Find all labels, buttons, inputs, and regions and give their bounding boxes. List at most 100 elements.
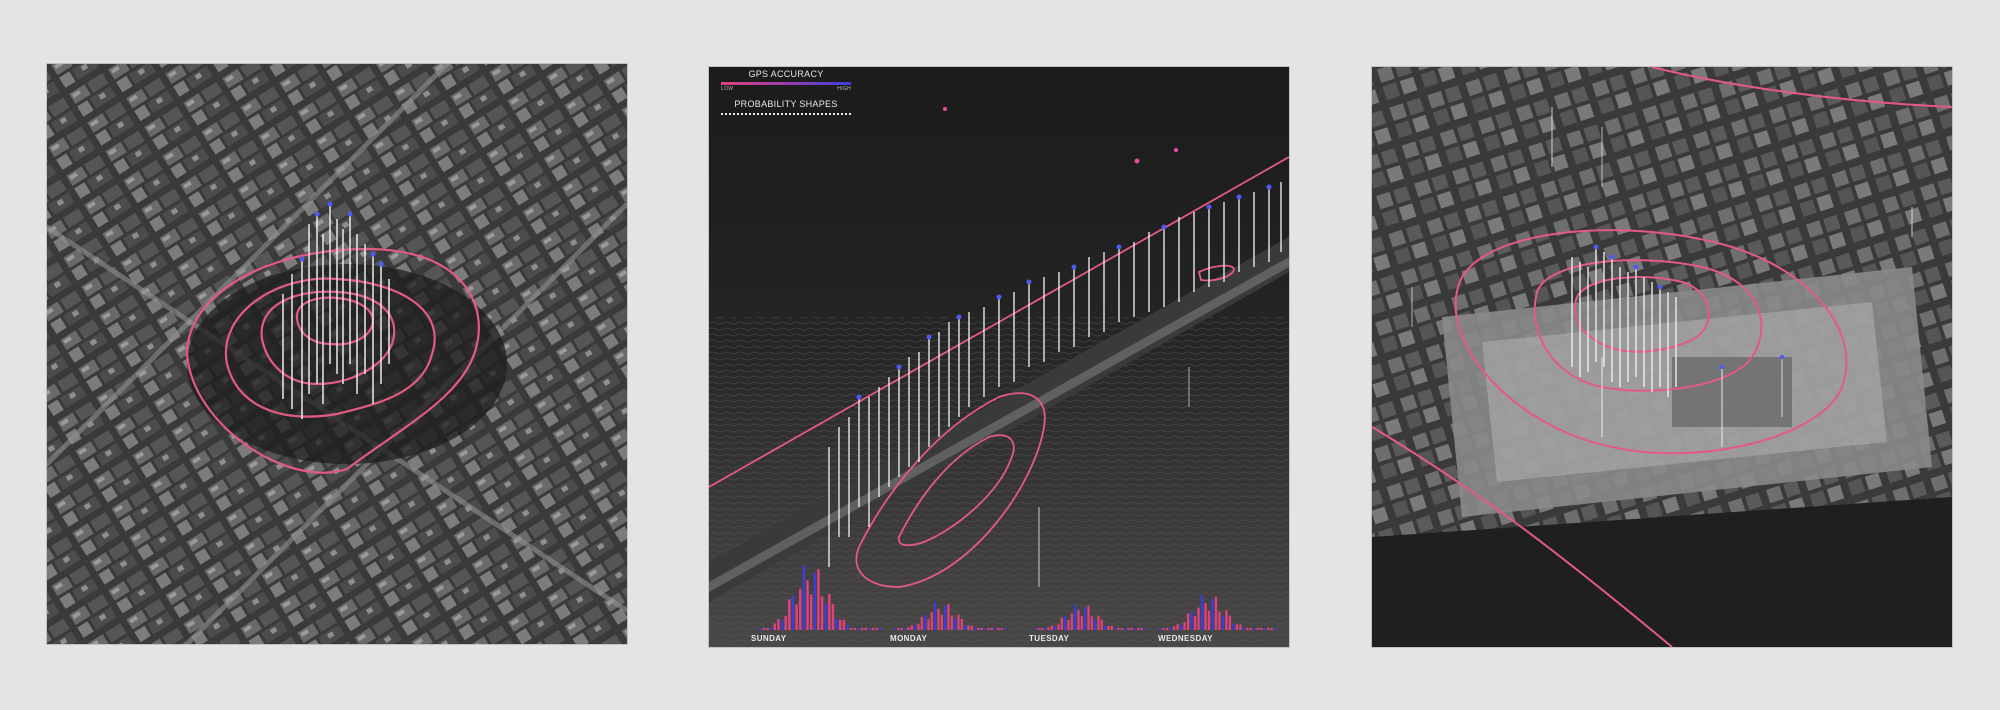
bridge-panel: GPS ACCURACY LOW HIGH PROBABILITY SHAPES…	[709, 67, 1289, 647]
histogram-bar	[802, 565, 806, 630]
histogram-bar	[1214, 596, 1218, 630]
histogram-bar	[1162, 628, 1165, 630]
histogram-bar	[1176, 624, 1179, 630]
histogram-bar	[987, 628, 990, 630]
gps-accuracy-title: GPS ACCURACY	[748, 69, 824, 79]
histogram-bar	[990, 628, 993, 630]
histogram-bar	[1270, 628, 1273, 630]
histogram-bar	[894, 628, 897, 630]
palace-aerial-map	[1372, 67, 1952, 647]
histogram-bar	[835, 618, 838, 630]
day-label-wednesday: WEDNESDAY	[1158, 634, 1213, 643]
histogram-bar	[780, 620, 784, 630]
histogram-bar	[1097, 615, 1100, 630]
histogram-bar	[762, 628, 766, 630]
histogram-bar	[1060, 617, 1063, 630]
histogram-bar	[997, 628, 1000, 630]
histogram-bar	[927, 619, 930, 630]
histogram-bar	[1218, 611, 1221, 630]
histogram-bar	[795, 604, 798, 630]
histogram-bar	[777, 619, 780, 630]
histogram-bar	[1050, 625, 1053, 630]
histogram-bar	[1067, 619, 1070, 630]
histogram-bar	[944, 605, 947, 630]
park-area	[187, 264, 507, 464]
histogram-bar	[1090, 616, 1093, 630]
histogram-bar	[1246, 628, 1249, 630]
aerial-panel-palace	[1372, 67, 1952, 647]
histogram-bar	[1120, 628, 1123, 630]
histogram-bar	[879, 628, 882, 630]
histogram-bar	[1130, 628, 1133, 630]
day-label-sunday: SUNDAY	[751, 634, 787, 643]
histogram-bar	[920, 616, 923, 630]
histogram-bar	[1204, 602, 1207, 630]
histogram-bar	[924, 615, 927, 630]
histogram-bar	[994, 628, 997, 630]
histogram-bar	[1094, 619, 1097, 630]
histogram-bar	[1239, 624, 1242, 630]
histogram-bar	[1232, 623, 1235, 630]
histogram-bar	[910, 625, 913, 630]
histogram-bar	[1134, 628, 1137, 630]
histogram-bar	[1070, 613, 1073, 630]
histogram-bar	[853, 628, 857, 630]
histogram-bar	[799, 588, 802, 630]
histogram-bar	[947, 603, 950, 630]
day-label-monday: MONDAY	[890, 634, 928, 643]
histogram-bar	[1200, 594, 1204, 630]
histogram-bar	[842, 619, 846, 630]
histogram-bar	[970, 625, 973, 630]
histogram-bar	[809, 594, 813, 630]
histogram-bar	[1207, 610, 1211, 630]
histogram-bar	[875, 628, 878, 630]
histogram-bar	[1242, 627, 1246, 630]
histogram-bar	[1124, 628, 1127, 630]
histogram-bar	[1127, 628, 1130, 630]
histogram-bar	[940, 614, 943, 630]
histogram-bar	[1140, 628, 1143, 630]
histogram-bar	[784, 615, 787, 630]
histogram-bar	[1077, 610, 1080, 630]
histogram-bar	[1263, 628, 1266, 630]
gps-accuracy-gradient	[721, 82, 851, 85]
histogram-bar	[1057, 624, 1060, 630]
histogram-bar	[1211, 599, 1214, 630]
gps-accuracy-high-label: HIGH	[837, 86, 851, 92]
histogram-bar	[950, 615, 953, 630]
histogram-bar	[1044, 628, 1047, 630]
histogram-bar	[974, 627, 977, 630]
histogram-bar	[1110, 625, 1113, 630]
histogram-bar	[960, 618, 963, 630]
histogram-bar	[1274, 628, 1277, 630]
histogram-bar	[1159, 628, 1162, 630]
histogram-bar	[849, 627, 853, 630]
histogram-bar	[1064, 616, 1067, 630]
histogram-bar	[846, 624, 849, 630]
histogram-bar	[769, 627, 773, 630]
histogram-bar	[1117, 628, 1120, 630]
histogram-bar	[864, 628, 867, 630]
histogram-bar	[930, 612, 933, 630]
histogram-bar	[917, 623, 920, 630]
histogram-bar	[1183, 622, 1186, 630]
histogram-bar	[766, 628, 769, 630]
histogram-bar	[1267, 628, 1270, 630]
histogram-bar	[817, 568, 820, 630]
histogram-bar	[1165, 628, 1169, 630]
histogram-bar	[1172, 626, 1176, 630]
histogram-bar	[868, 628, 871, 630]
histogram-bar	[791, 595, 795, 630]
histogram-bar	[759, 628, 762, 630]
histogram-bar	[1228, 615, 1232, 630]
histogram-bar	[900, 628, 903, 630]
histogram-bar	[1137, 628, 1140, 630]
histogram-bar	[934, 602, 937, 630]
histogram-bar	[871, 628, 875, 630]
bridge-aerial-map	[709, 67, 1289, 647]
histogram-bar	[904, 628, 907, 630]
histogram-bar	[1193, 616, 1197, 630]
histogram-bar	[1260, 628, 1263, 630]
histogram-bar	[1253, 628, 1256, 630]
histogram-bar	[1190, 611, 1193, 630]
